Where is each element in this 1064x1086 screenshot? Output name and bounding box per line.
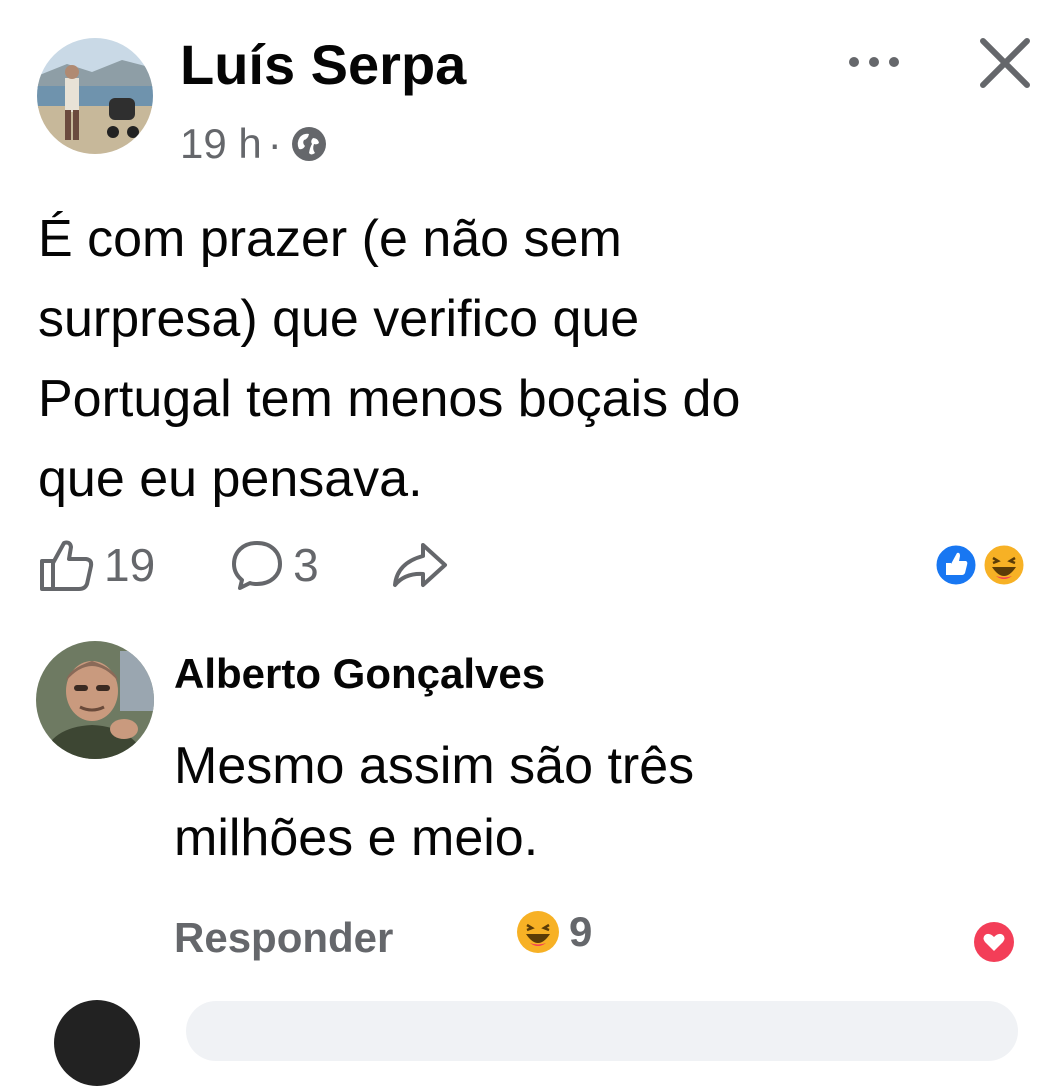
post-author-name[interactable]: Luís Serpa <box>180 30 466 100</box>
haha-reaction-icon <box>517 911 559 953</box>
comment-button[interactable]: 3 <box>229 537 319 593</box>
comment-bubble-icon <box>232 541 283 590</box>
post-text-line: surpresa) que verifico que <box>38 290 640 348</box>
comment-text: Mesmo assim são três milhões e meio. <box>174 730 1034 874</box>
like-count: 19 <box>104 539 156 591</box>
like-reaction-icon <box>933 542 979 588</box>
share-button[interactable] <box>389 539 449 591</box>
reply-button[interactable]: Responder <box>174 912 393 964</box>
post-text-line: Portugal tem menos boçais do <box>38 370 741 428</box>
post-meta: 19 h · <box>180 118 328 170</box>
meta-separator: · <box>267 120 282 167</box>
post-time[interactable]: 19 h <box>180 120 262 168</box>
post-reactions-summary[interactable] <box>932 541 1032 589</box>
love-reaction-icon[interactable] <box>972 920 1016 964</box>
post-text-line: É com prazer (e não sem <box>38 210 622 268</box>
haha-reaction-icon <box>981 542 1027 588</box>
post-text: É com prazer (e não sem surpresa) que ve… <box>38 199 1038 519</box>
like-button[interactable]: 19 <box>36 537 155 593</box>
comment-reaction-count[interactable]: 9 <box>515 908 592 956</box>
comment-author-name[interactable]: Alberto Gonçalves <box>174 648 545 700</box>
close-icon[interactable] <box>978 36 1032 90</box>
comment-input-bubble[interactable] <box>186 1001 1018 1061</box>
comment-text-line: Mesmo assim são três <box>174 737 695 795</box>
share-icon <box>392 543 447 587</box>
comment-author-avatar[interactable] <box>36 641 154 759</box>
globe-icon <box>290 125 328 163</box>
haha-count: 9 <box>569 908 593 955</box>
post-text-line: que eu pensava. <box>38 450 423 508</box>
post-author-avatar[interactable] <box>37 38 153 154</box>
more-options-icon[interactable] <box>846 50 902 74</box>
next-comment-avatar <box>54 1000 140 1086</box>
thumbs-up-icon <box>40 540 94 591</box>
comment-text-line: milhões e meio. <box>174 809 539 867</box>
post-action-bar: 19 3 <box>36 535 449 595</box>
comment-count: 3 <box>293 539 319 591</box>
